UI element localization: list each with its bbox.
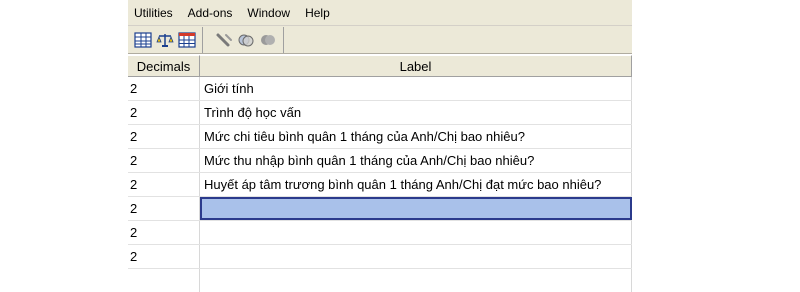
decimals-cell[interactable]: 2 — [128, 77, 200, 100]
decimals-cell[interactable]: 2 — [128, 173, 200, 196]
label-cell-selected[interactable] — [200, 197, 632, 220]
use-sets-icon[interactable] — [213, 29, 235, 51]
label-cell[interactable] — [200, 269, 632, 292]
table-row[interactable]: 2 Mức chi tiêu bình quân 1 tháng của Anh/… — [128, 125, 632, 149]
table-row[interactable]: 2 — [128, 221, 632, 245]
grid-header: Decimals Label — [128, 55, 632, 77]
data-editor-window: Utilities Add-ons Window Help Decimals L… — [128, 0, 632, 292]
table-row[interactable]: 2 Huyết áp tâm trương bình quân 1 tháng A… — [128, 173, 632, 197]
toolbar — [128, 26, 632, 54]
toolbar-separator — [202, 26, 203, 53]
label-cell[interactable]: Giới tính — [200, 77, 632, 100]
decimals-cell[interactable]: 2 — [128, 245, 200, 268]
menu-bar: Utilities Add-ons Window Help — [128, 0, 632, 26]
label-cell[interactable]: Mức thu nhập bình quân 1 tháng của Anh/C… — [200, 149, 632, 172]
decimals-cell[interactable]: 2 — [128, 125, 200, 148]
show-all-icon[interactable] — [235, 29, 257, 51]
grid-body: 2 Giới tính 2 Trình độ học vấn 2 Mức chi tiêu… — [128, 77, 632, 292]
table-row[interactable]: 2 Mức thu nhập bình quân 1 tháng của Anh/… — [128, 149, 632, 173]
menu-window[interactable]: Window — [241, 6, 299, 20]
decimals-cell[interactable]: 2 — [128, 149, 200, 172]
table-row[interactable]: 2 — [128, 245, 632, 269]
value-labels-icon[interactable] — [176, 29, 198, 51]
column-header-label[interactable]: Label — [200, 55, 632, 76]
decimals-cell[interactable]: 2 — [128, 101, 200, 124]
label-cell[interactable] — [200, 245, 632, 268]
label-cell[interactable] — [200, 221, 632, 244]
label-cell[interactable]: Trình độ học vấn — [200, 101, 632, 124]
table-row[interactable]: 2 Giới tính — [128, 77, 632, 101]
menu-utilities[interactable]: Utilities — [128, 6, 182, 20]
table-row[interactable]: 2 Trình độ học vấn — [128, 101, 632, 125]
table-row[interactable] — [128, 269, 632, 292]
label-cell[interactable]: Mức chi tiêu bình quân 1 tháng của Anh/C… — [200, 125, 632, 148]
menu-add-ons[interactable]: Add-ons — [182, 6, 242, 20]
column-header-decimals[interactable]: Decimals — [128, 55, 200, 76]
menu-help[interactable]: Help — [299, 6, 339, 20]
variable-grid: Decimals Label 2 Giới tính 2 Trình độ học v… — [128, 55, 632, 292]
variables-icon[interactable] — [132, 29, 154, 51]
decimals-cell[interactable] — [128, 269, 200, 292]
label-cell[interactable]: Huyết áp tâm trương bình quân 1 tháng An… — [200, 173, 632, 196]
decimals-cell[interactable]: 2 — [128, 197, 200, 220]
decimals-cell[interactable]: 2 — [128, 221, 200, 244]
weight-cases-icon[interactable] — [154, 29, 176, 51]
table-row[interactable]: 2 — [128, 197, 632, 221]
spelling-icon[interactable] — [257, 29, 279, 51]
toolbar-separator-2 — [283, 26, 284, 53]
